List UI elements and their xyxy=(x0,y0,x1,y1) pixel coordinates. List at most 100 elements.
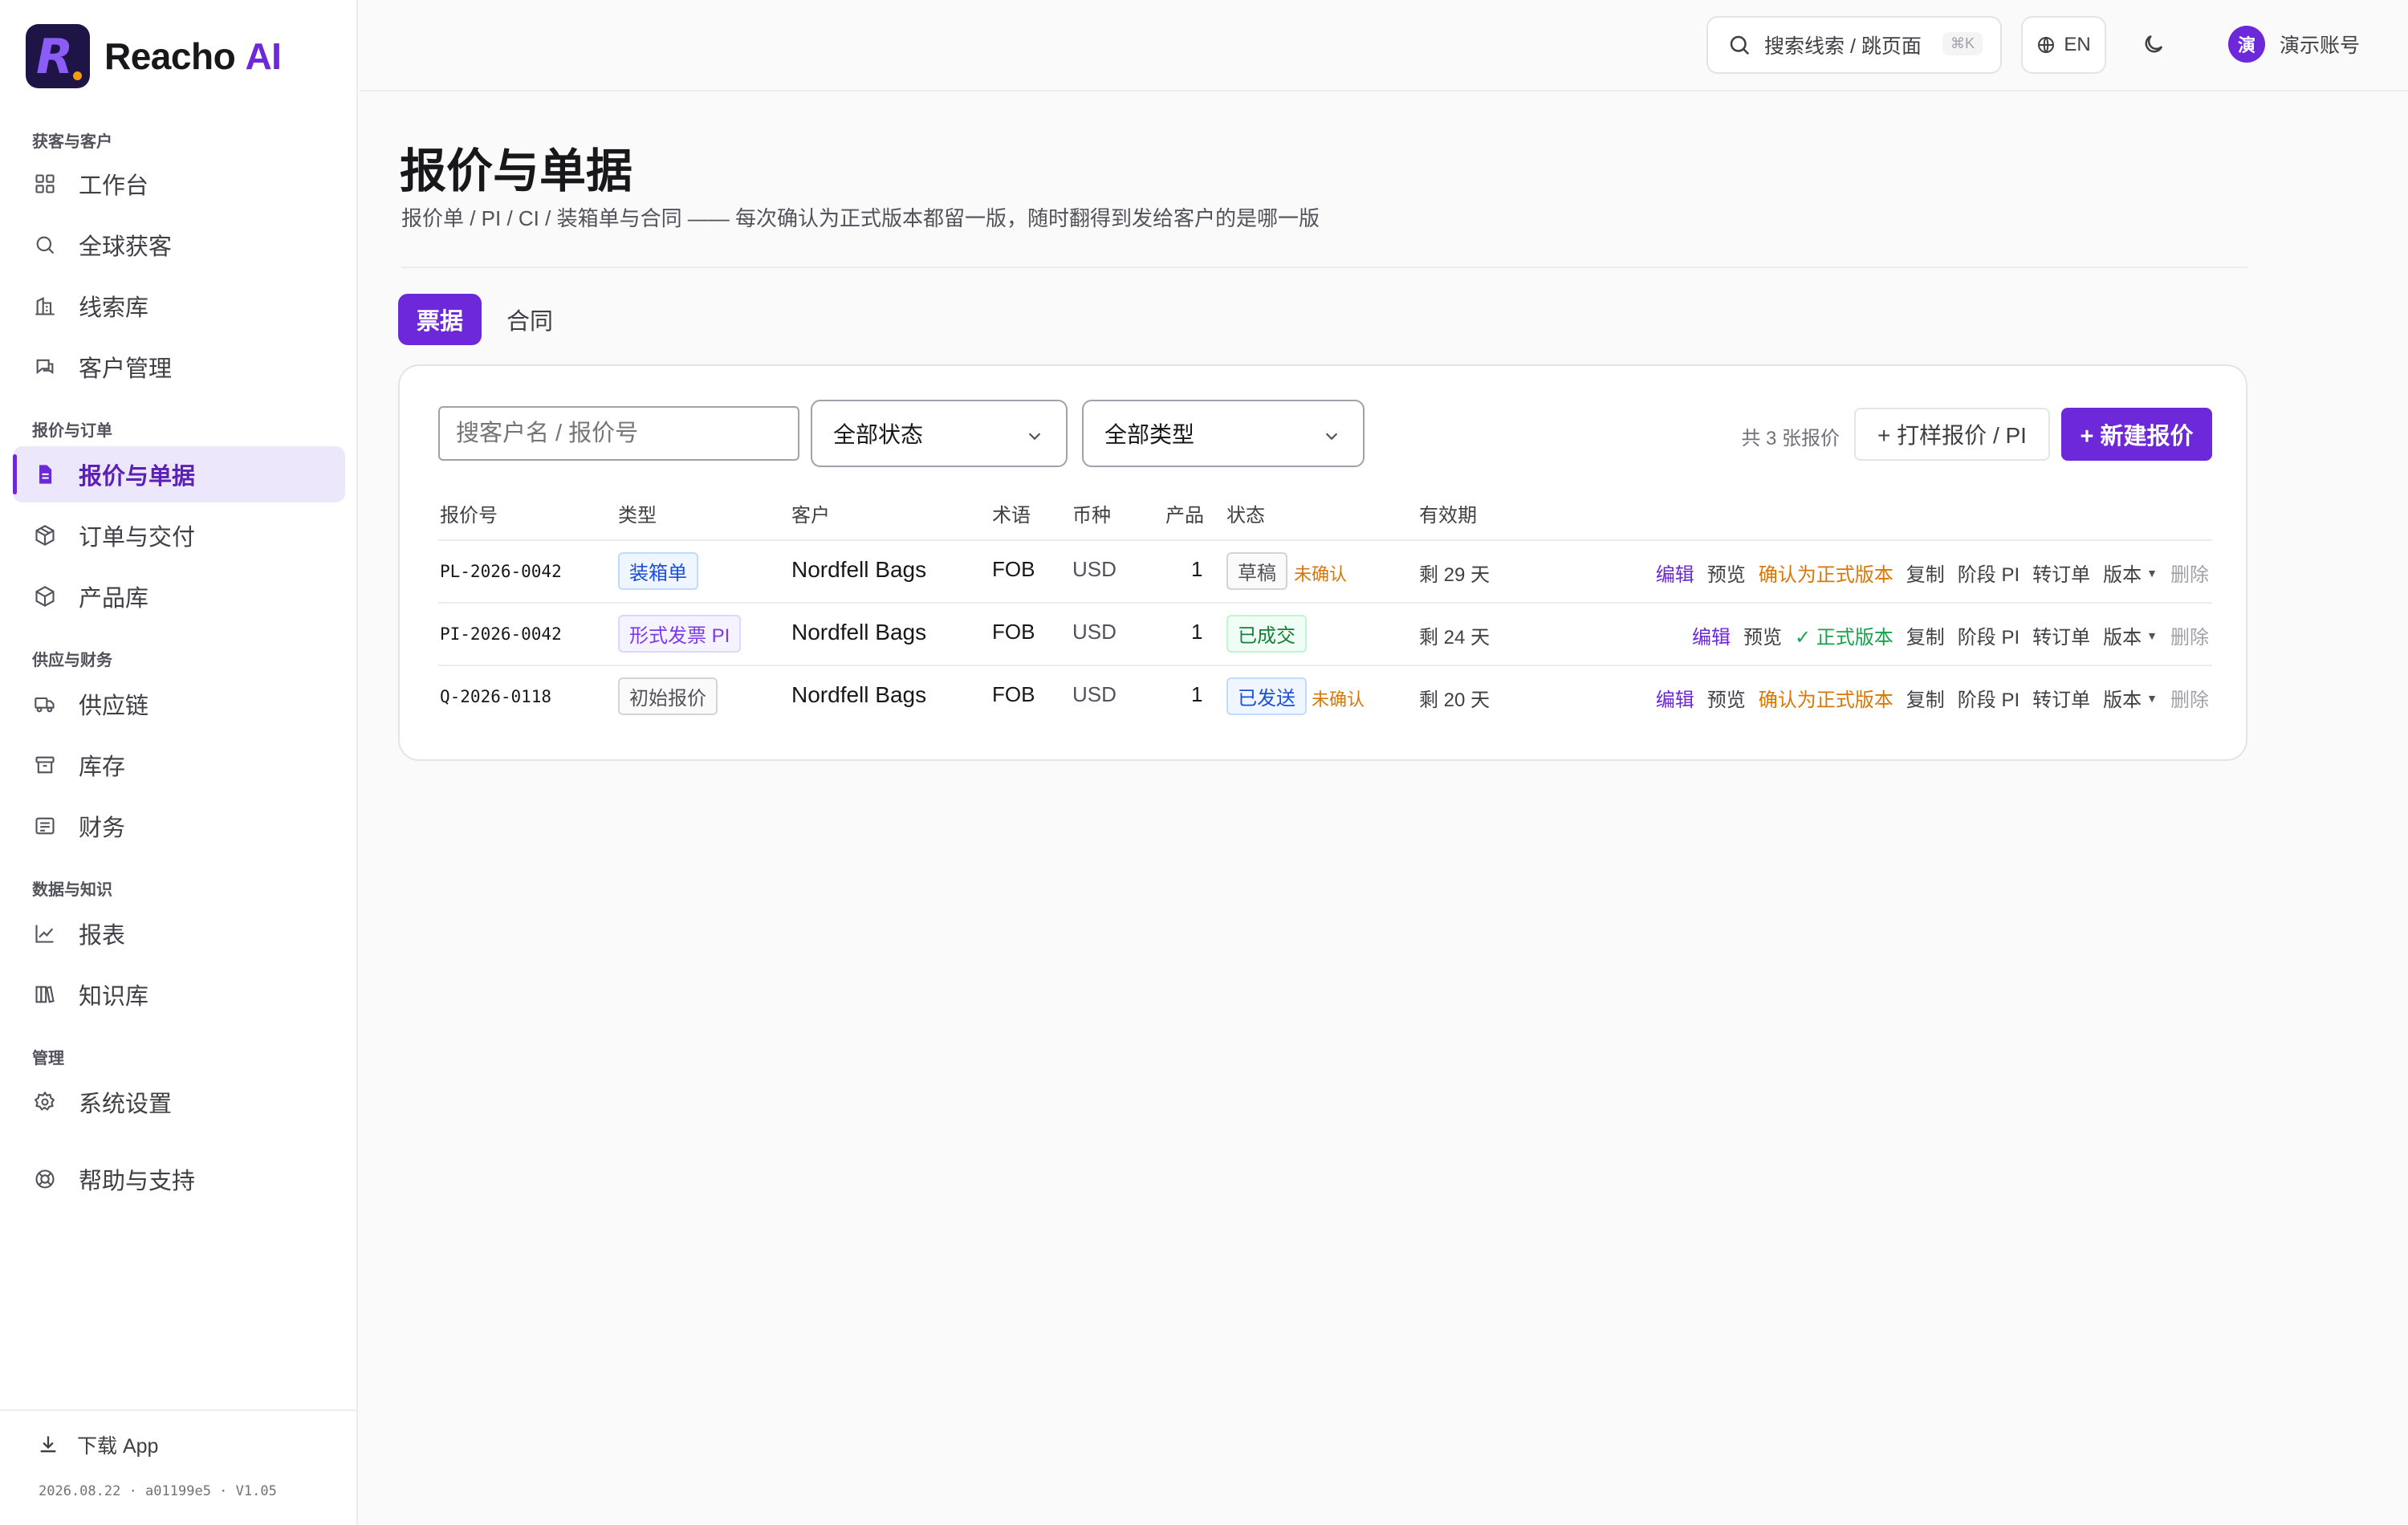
sidebar-item-label: 订单与交付 xyxy=(79,525,196,551)
currency: USD xyxy=(1072,682,1117,706)
stage-pi-button[interactable]: 阶段 PI xyxy=(1958,559,2020,587)
sidebar-item-label: 报表 xyxy=(79,923,126,949)
delete-button[interactable]: 删除 xyxy=(2170,559,2209,587)
col-header-id: 报价号 xyxy=(440,505,498,527)
theme-toggle[interactable] xyxy=(2135,26,2172,63)
sample-quote-button[interactable]: + 打样报价 / PI xyxy=(1854,408,2050,461)
version-dropdown[interactable]: 版本 xyxy=(2103,684,2142,712)
global-search[interactable]: 搜索线索 / 跳页面 ⌘K xyxy=(1706,16,2002,74)
edit-button[interactable]: 编辑 xyxy=(1656,684,1694,712)
chevron-down-icon xyxy=(1028,433,1041,441)
official-version-label: ✓ 正式版本 xyxy=(1795,627,1893,649)
sidebar-item-inventory[interactable]: 库存 xyxy=(13,737,345,793)
sidebar-item-finance[interactable]: 财务 xyxy=(13,798,345,854)
sidebar-item-products[interactable]: 产品库 xyxy=(13,568,345,624)
trade-term: FOB xyxy=(992,682,1035,706)
caret-down-icon: ▼ xyxy=(2146,566,2158,580)
confirm-version-button[interactable]: 确认为正式版本 xyxy=(1759,684,1893,712)
sidebar-footer-divider xyxy=(0,1409,358,1411)
quote-id[interactable]: Q-2026-0118 xyxy=(440,687,551,706)
account-menu[interactable]: 演 演示账号 xyxy=(2228,26,2360,63)
avatar: 演 xyxy=(2228,26,2265,63)
sidebar-item-lead-library[interactable]: 线索库 xyxy=(13,278,345,334)
sidebar-item-label: 供应链 xyxy=(79,693,149,719)
customer-name: Nordfell Bags xyxy=(791,620,927,645)
copy-button[interactable]: 复制 xyxy=(1906,621,1945,649)
sidebar-item-workbench[interactable]: 工作台 xyxy=(13,156,345,212)
sidebar-item-quotes[interactable]: 报价与单据 xyxy=(13,446,345,502)
quote-id[interactable]: PI-2026-0042 xyxy=(440,624,562,644)
delete-button[interactable]: 删除 xyxy=(2170,684,2209,712)
grid-icon xyxy=(35,174,55,193)
type-filter-select[interactable]: 全部类型 xyxy=(1082,400,1365,467)
row-actions: 编辑 预览 确认为正式版本 复制 阶段 PI 转订单 版本 ▼ 删除 xyxy=(1643,684,2209,712)
sidebar-item-customers[interactable]: 客户管理 xyxy=(13,339,345,395)
tab-documents[interactable]: 票据 xyxy=(398,294,482,345)
col-header-status: 状态 xyxy=(1226,505,1265,527)
caret-down-icon: ▼ xyxy=(2146,628,2158,642)
sidebar-item-label: 系统设置 xyxy=(79,1092,173,1117)
confirm-version-button[interactable]: 确认为正式版本 xyxy=(1759,559,1893,587)
product-count: 1 xyxy=(1191,682,1203,706)
preview-button[interactable]: 预览 xyxy=(1707,684,1746,712)
box-icon xyxy=(35,525,55,546)
stage-pi-button[interactable]: 阶段 PI xyxy=(1958,621,2020,649)
version-dropdown[interactable]: 版本 xyxy=(2103,621,2142,649)
validity: 剩 20 天 xyxy=(1419,689,1491,711)
stage-pi-button[interactable]: 阶段 PI xyxy=(1958,684,2020,712)
customer-search-input[interactable] xyxy=(438,406,799,461)
sidebar-item-label: 工作台 xyxy=(79,173,149,199)
col-header-term: 术语 xyxy=(992,505,1031,527)
search-icon xyxy=(1730,35,1750,55)
sidebar-item-global-leads[interactable]: 全球获客 xyxy=(13,217,345,273)
copy-button[interactable]: 复制 xyxy=(1906,559,1945,587)
edit-button[interactable]: 编辑 xyxy=(1656,559,1694,587)
col-header-customer: 客户 xyxy=(791,505,830,527)
sidebar-item-knowledge[interactable]: 知识库 xyxy=(13,966,345,1023)
quotes-card: 全部状态 全部类型 共 3 张报价 + 打样报价 / PI + 新建报价 报价号… xyxy=(398,364,2247,761)
sidebar-item-reports[interactable]: 报表 xyxy=(13,905,345,962)
sidebar-item-orders[interactable]: 订单与交付 xyxy=(13,507,345,563)
sidebar-item-settings[interactable]: 系统设置 xyxy=(13,1074,345,1130)
delete-button[interactable]: 删除 xyxy=(2170,621,2209,649)
header-divider xyxy=(401,266,2247,268)
brand-logo[interactable]: R Reacho AI xyxy=(26,24,282,88)
customer-name: Nordfell Bags xyxy=(791,557,927,582)
sidebar-item-supply-chain[interactable]: 供应链 xyxy=(13,676,345,732)
col-header-validity: 有效期 xyxy=(1419,505,1477,527)
table-divider xyxy=(438,539,2212,541)
status-filter-value: 全部状态 xyxy=(833,422,924,447)
sidebar-item-help[interactable]: 帮助与支持 xyxy=(13,1151,345,1207)
cube-icon xyxy=(35,586,55,607)
chart-icon xyxy=(35,925,54,943)
search-shortcut: ⌘K xyxy=(1942,32,1983,55)
search-icon xyxy=(36,236,55,254)
globe-icon xyxy=(2038,36,2055,54)
convert-order-button[interactable]: 转订单 xyxy=(2032,684,2090,712)
status-badge: 已成交 xyxy=(1226,615,1307,653)
account-label: 演示账号 xyxy=(2280,35,2361,57)
tab-contracts[interactable]: 合同 xyxy=(498,294,562,345)
customer-name: Nordfell Bags xyxy=(791,682,927,707)
preview-button[interactable]: 预览 xyxy=(1707,559,1746,587)
copy-button[interactable]: 复制 xyxy=(1906,684,1945,712)
page-title: 报价与单据 xyxy=(400,145,633,197)
convert-order-button[interactable]: 转订单 xyxy=(2032,559,2090,587)
caret-down-icon: ▼ xyxy=(2146,691,2158,705)
type-badge: 初始报价 xyxy=(618,677,718,715)
convert-order-button[interactable]: 转订单 xyxy=(2032,621,2090,649)
sidebar-item-label: 库存 xyxy=(79,754,126,780)
trade-term: FOB xyxy=(992,620,1035,644)
language-toggle[interactable]: EN xyxy=(2021,16,2106,74)
quote-id[interactable]: PL-2026-0042 xyxy=(440,562,562,581)
download-app-link[interactable]: 下载 App xyxy=(37,1430,158,1459)
col-header-products: 产品 xyxy=(1165,505,1204,527)
new-quote-button[interactable]: + 新建报价 xyxy=(2061,408,2212,461)
status-filter-select[interactable]: 全部状态 xyxy=(811,400,1068,467)
nav-section-title: 数据与知识 xyxy=(32,881,112,899)
brand-suffix: AI xyxy=(245,35,282,77)
nav-section-title: 管理 xyxy=(32,1050,64,1068)
version-dropdown[interactable]: 版本 xyxy=(2103,559,2142,587)
preview-button[interactable]: 预览 xyxy=(1743,621,1782,649)
edit-button[interactable]: 编辑 xyxy=(1692,621,1731,649)
